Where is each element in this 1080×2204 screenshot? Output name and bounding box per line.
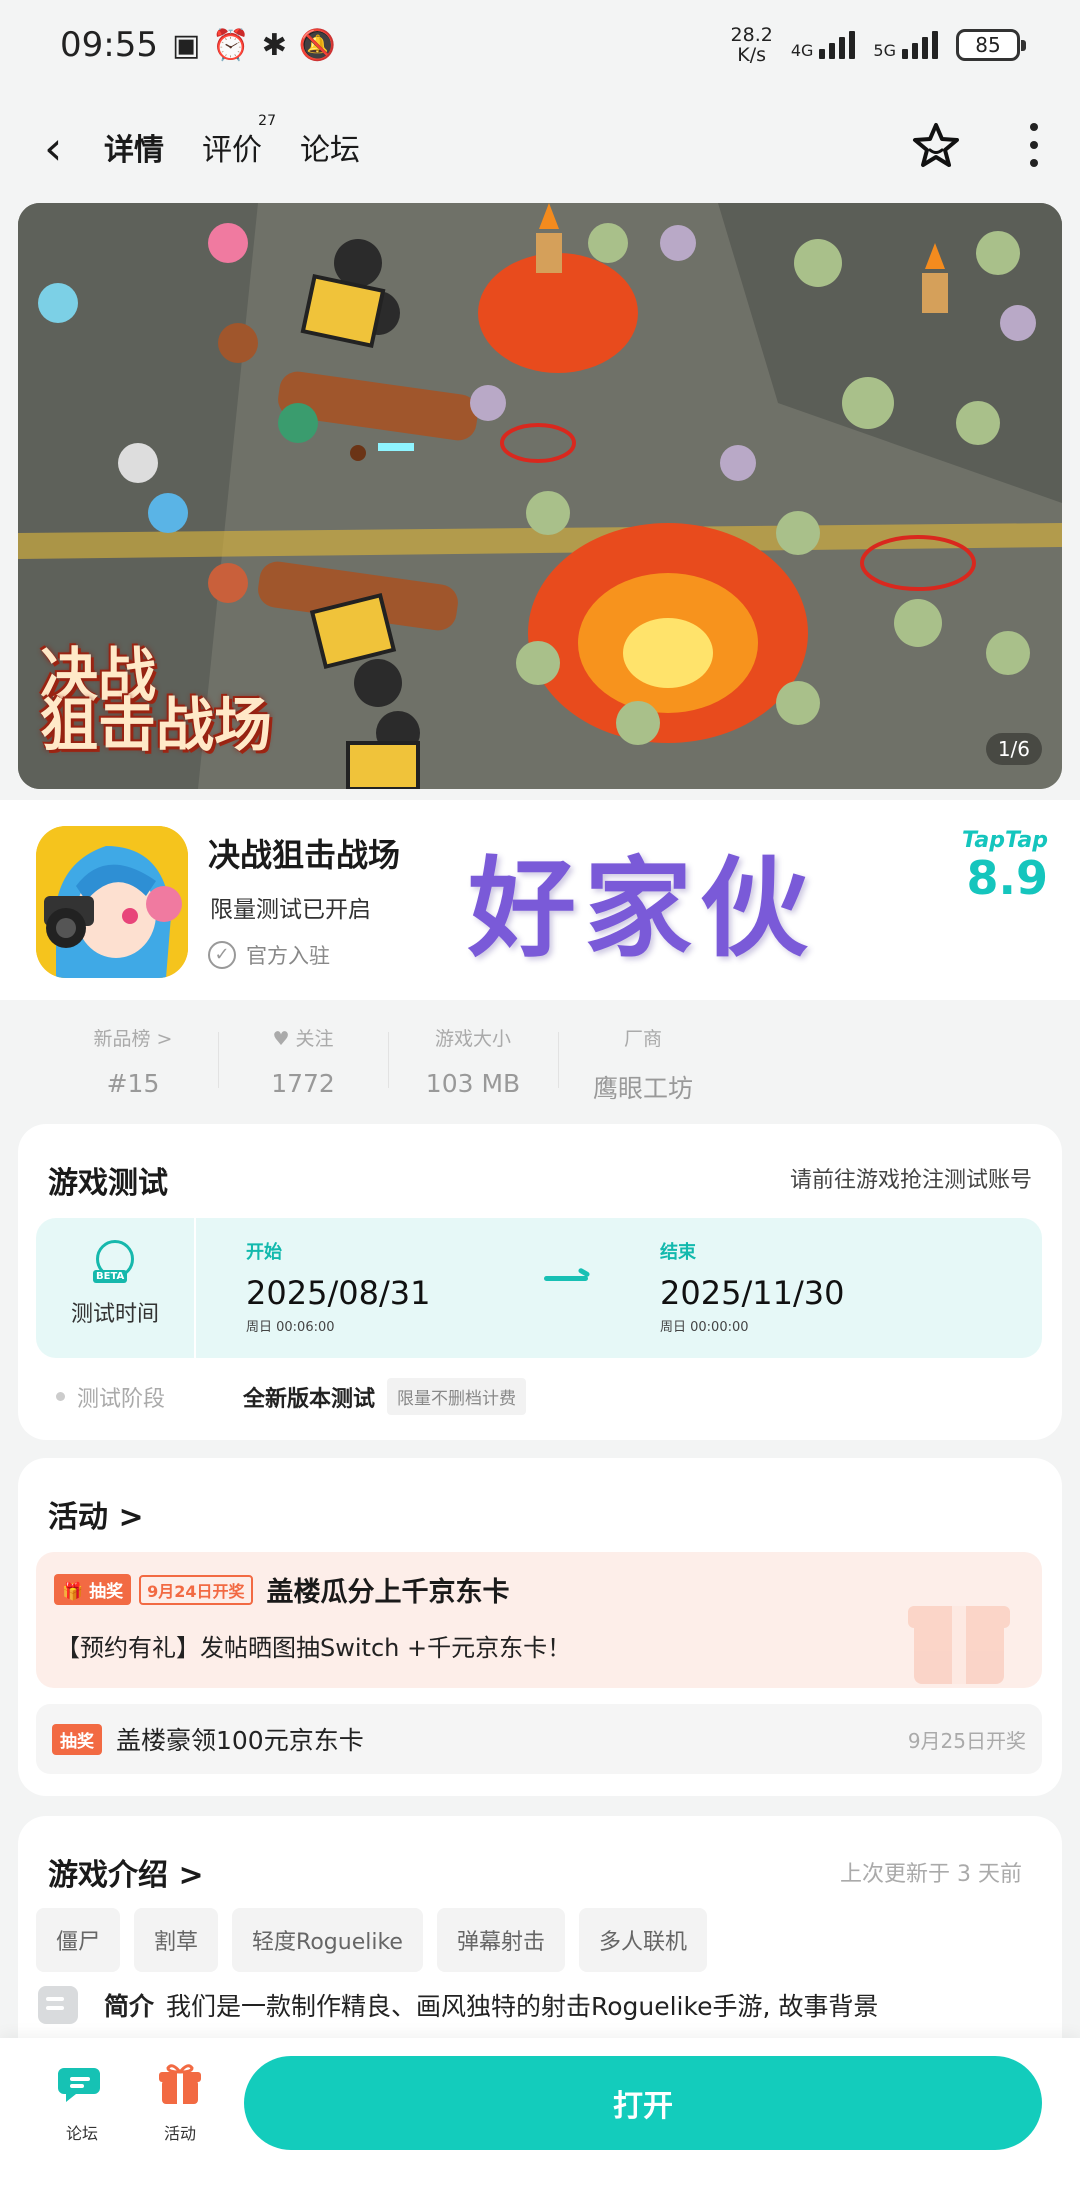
top-nav: ‹ 详情 评价 27 论坛: [0, 105, 1080, 195]
activity-main-title: 盖楼瓜分上千京东卡: [266, 1577, 510, 1608]
intro-title-link[interactable]: 游戏介绍 >: [48, 1850, 204, 1894]
tag-chip[interactable]: 弹幕射击: [436, 1908, 565, 1972]
arrow-right-icon: [544, 1276, 588, 1281]
tag-list: 僵尸 割草 轻度Roguelike 弹幕射击 多人联机: [36, 1908, 707, 1972]
signal-5g-icon: 5G: [873, 31, 938, 59]
test-hint-link[interactable]: 请前往游戏抢注测试账号: [790, 1162, 1032, 1194]
app-icon: [36, 826, 188, 978]
battery-icon: 85: [956, 29, 1026, 61]
back-icon[interactable]: ‹: [44, 123, 84, 173]
more-menu-icon[interactable]: [1030, 123, 1038, 167]
game-logo: 决战 狙击战场: [40, 641, 273, 759]
signal-4g-icon: 4G: [791, 31, 856, 59]
gift-icon: [156, 2060, 204, 2108]
intro-summary[interactable]: 简介 我们是一款制作精良、画风独特的射击Roguelike手游, 故事背景: [38, 1986, 878, 2024]
app-info: 决战狙击战场 限量测试已开启 ✓ 官方入驻 好家伙 TapTap 8.9: [0, 800, 1080, 1000]
favorite-star-icon[interactable]: [910, 120, 962, 183]
stat-size: 游戏大小 103 MB: [388, 1002, 558, 1112]
network-speed: 28.2 K/s: [730, 24, 773, 66]
test-start: 开始 2025/08/31 周日 00:06:00: [246, 1242, 431, 1335]
taptap-logo: TapTap: [962, 828, 1048, 853]
tag-chip[interactable]: 轻度Roguelike: [232, 1908, 423, 1972]
stat-followers[interactable]: ♥ 关注 1772: [218, 1002, 388, 1112]
rating-score: 8.9: [966, 851, 1049, 905]
alarm-icon: ⏰: [212, 27, 250, 63]
activity-card: 活动 > 🎁 抽奖 9月24日开奖 盖楼瓜分上千京东卡 【预约有礼】发帖晒图抽S…: [18, 1458, 1062, 1796]
forum-button[interactable]: 论坛: [42, 2060, 122, 2144]
draw-date-badge: 9月24日开奖: [139, 1574, 253, 1605]
lottery-badge: 抽奖: [52, 1723, 102, 1755]
check-circle-icon: ✓: [208, 941, 236, 969]
stage-tag: 限量不删档计费: [387, 1378, 527, 1415]
watermark-text: 好家伙: [468, 846, 817, 972]
carousel-page-indicator: 1/6: [985, 733, 1042, 765]
official-badge: ✓ 官方入驻: [208, 940, 330, 970]
chat-bubble-icon: [58, 2060, 106, 2108]
tag-chip[interactable]: 僵尸: [36, 1908, 121, 1972]
stats-row: 新品榜 > #15 ♥ 关注 1772 游戏大小 103 MB 厂商 鹰眼工坊: [0, 1002, 1080, 1112]
lottery-badge: 🎁 抽奖: [54, 1574, 132, 1605]
test-time-box: BETA 测试时间 开始 2025/08/31 周日 00:06:00 结束 2…: [36, 1218, 1042, 1358]
activity-button[interactable]: 活动: [140, 2060, 220, 2144]
app-name: 决战狙击战场: [208, 836, 401, 874]
tag-chip[interactable]: 割草: [134, 1908, 219, 1972]
heart-plus-icon: ♥: [272, 1028, 290, 1050]
tab-details[interactable]: 详情: [98, 125, 170, 181]
mute-icon: 🔕: [298, 27, 337, 63]
game-screenshot-carousel[interactable]: 决战 狙击战场 1/6: [18, 203, 1062, 789]
test-stage: 测试阶段 全新版本测试 限量不删档计费: [56, 1378, 527, 1415]
test-end: 结束 2025/11/30 周日 00:00:00: [660, 1242, 845, 1335]
tab-reviews[interactable]: 评价 27: [202, 113, 276, 177]
tab-forum[interactable]: 论坛: [300, 125, 360, 177]
document-icon: [38, 1986, 78, 2024]
activity-main-desc: 【预约有礼】发帖晒图抽Switch +千元京东卡！: [56, 1634, 572, 1662]
test-time-label: 测试时间: [70, 1302, 159, 1327]
bluetooth-icon: ✱: [261, 27, 287, 63]
app-subtitle: 限量测试已开启: [210, 897, 371, 923]
tag-chip[interactable]: 多人联机: [578, 1908, 707, 1972]
game-test-card: 游戏测试 请前往游戏抢注测试账号 BETA 测试时间 开始 2025/08/31…: [18, 1124, 1062, 1440]
stat-developer[interactable]: 厂商 鹰眼工坊: [558, 1002, 728, 1112]
test-title: 游戏测试: [48, 1166, 168, 1201]
clock: 09:55: [60, 25, 158, 65]
status-bar: 09:55 ▣ ⏰ ✱ 🔕 28.2 K/s 4G 5G 85: [0, 0, 1080, 90]
taptap-rating[interactable]: TapTap 8.9: [962, 828, 1048, 903]
last-updated: 上次更新于 3 天前: [840, 1862, 1022, 1887]
page: { "status_bar": { "time": "09:55", "spee…: [0, 0, 1080, 2204]
beta-timer-icon: BETA: [93, 1240, 134, 1283]
nfc-icon: ▣: [171, 27, 201, 63]
stat-new-rank[interactable]: 新品榜 > #15: [48, 1002, 218, 1112]
activity-item-main[interactable]: 🎁 抽奖 9月24日开奖 盖楼瓜分上千京东卡 【预约有礼】发帖晒图抽Switch…: [36, 1552, 1042, 1688]
review-count: 27: [258, 113, 276, 129]
gift-icon: [908, 1606, 1010, 1684]
bottom-action-bar: 论坛 活动 打开: [0, 2038, 1080, 2204]
activity-sub-title: 盖楼豪领100元京东卡: [116, 1726, 364, 1755]
activity-title-link[interactable]: 活动 >: [48, 1492, 144, 1536]
open-button[interactable]: 打开: [244, 2056, 1042, 2150]
activity-item-sub[interactable]: 抽奖 盖楼豪领100元京东卡 9月25日开奖: [36, 1704, 1042, 1774]
activity-sub-date: 9月25日开奖: [907, 1728, 1026, 1753]
